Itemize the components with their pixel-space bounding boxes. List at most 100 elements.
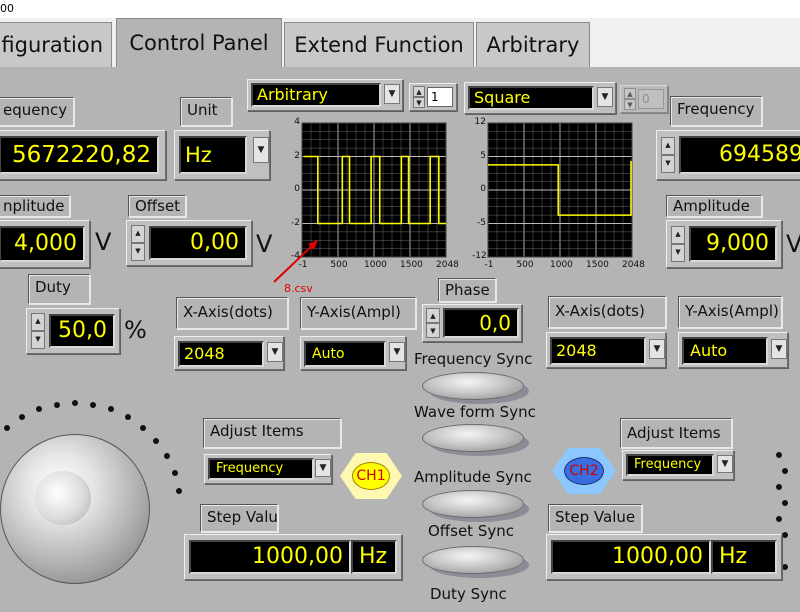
ch1-duty-value[interactable]: 50,0 [49, 314, 115, 348]
ch2-graph-x-tick: 1500 [586, 260, 609, 270]
ch1-waveform-index-control: ▲ ▼ 1 [409, 83, 457, 111]
ch1-graph-y-tick: 2 [294, 150, 300, 161]
chevron-down-icon[interactable]: ▼ [717, 455, 733, 473]
chevron-down-icon[interactable]: ▼ [267, 342, 283, 362]
ch2-waveform-index[interactable]: 0 [638, 89, 664, 109]
window-title: 00 [0, 2, 14, 15]
decrement-arrow-icon[interactable]: ▼ [624, 99, 636, 110]
waveform-sync-button[interactable] [422, 424, 524, 452]
ch2-graph-x-tick: -1 [484, 260, 494, 270]
dial-dot [140, 424, 147, 431]
ch1-graph-x-tick: 2048 [436, 260, 459, 270]
ch1-adjust-items-label: Adjust Items [203, 418, 341, 448]
decrement-arrow-icon[interactable]: ▼ [413, 97, 425, 108]
ch2-graph-x-tick: 500 [516, 260, 534, 270]
ch2-graph-y-tick: 12 [474, 117, 486, 127]
phase-value[interactable]: 0,0 [443, 308, 519, 338]
increment-arrow-icon[interactable]: ▲ [671, 226, 685, 244]
ch2-badge-label: CH2 [564, 457, 604, 485]
ch1-unit-select[interactable]: Hz ▼ [174, 130, 270, 180]
adjust-knob[interactable] [0, 434, 150, 584]
waveform-sync-label: Wave form Sync [414, 403, 536, 421]
tab-label: Arbitrary [486, 33, 580, 57]
ch1-graph-y-tick: 0 [294, 184, 300, 194]
ch1-step-value-control: 1000,00 Hz [184, 534, 402, 580]
dial-dot [782, 500, 788, 506]
dial-dot [782, 564, 788, 570]
phase-control: ▲ ▼ 0,0 [422, 304, 522, 342]
tab-strip: nfiguration Control Panel Extend Functio… [0, 18, 800, 68]
ch1-graph-x-tick: 1000 [364, 260, 387, 270]
ch2-xaxis-value: 2048 [550, 337, 646, 365]
increment-arrow-icon[interactable]: ▲ [131, 225, 145, 243]
amplitude-sync-label: Amplitude Sync [414, 468, 532, 486]
ch2-yaxis-label: Y-Axis(Ampl) [678, 296, 782, 328]
increment-arrow-icon[interactable]: ▲ [624, 88, 636, 99]
ch2-adjust-items-value: Frequency [626, 454, 714, 476]
dial-dot [53, 401, 60, 408]
ch2-step-unit: Hz [711, 540, 777, 574]
ch2-amplitude-value[interactable]: 9,000 [689, 226, 777, 262]
ch2-amplitude-control: ▲ ▼ 9,000 [666, 220, 782, 268]
ch1-amplitude-value[interactable]: 4,000 [0, 226, 85, 262]
ch2-waveform-select[interactable]: Square ▼ [464, 82, 616, 114]
ch2-yaxis-select[interactable]: Auto ▼ [678, 332, 788, 368]
ch2-adjust-items-label: Adjust Items [620, 418, 732, 448]
decrement-arrow-icon[interactable]: ▼ [661, 155, 675, 173]
ch2-xaxis-label: X-Axis(dots) [548, 296, 666, 328]
frequency-sync-button[interactable] [422, 372, 524, 400]
ch2-graph-y-tick: 5 [480, 150, 486, 161]
ch1-unit-value: Hz [179, 136, 247, 174]
ch1-waveform-index[interactable]: 1 [427, 87, 453, 107]
increment-arrow-icon[interactable]: ▲ [661, 137, 675, 155]
ch1-waveform-select[interactable]: Arbitrary ▼ [247, 79, 403, 111]
tab-extend-function[interactable]: Extend Function [284, 22, 474, 68]
chevron-down-icon[interactable]: ▼ [315, 459, 331, 477]
tab-arbitrary[interactable]: Arbitrary [476, 22, 590, 68]
ch1-frequency-value[interactable]: 5672220,82 [0, 136, 159, 174]
tab-label: Extend Function [294, 33, 464, 57]
offset-sync-button[interactable] [422, 546, 524, 574]
ch1-yaxis-select[interactable]: Auto ▼ [300, 336, 406, 370]
ch2-adjust-items-select[interactable]: Frequency ▼ [622, 450, 734, 480]
ch1-graph-y-tick: -2 [291, 217, 300, 228]
dial-dot [163, 453, 170, 459]
dial-dot [72, 400, 78, 406]
tab-configuration[interactable]: nfiguration [0, 22, 112, 68]
chevron-down-icon[interactable]: ▼ [771, 339, 787, 359]
ch1-offset-value[interactable]: 0,00 [149, 226, 247, 260]
chevron-down-icon[interactable]: ▼ [253, 137, 269, 163]
ch2-step-value-control: 1000,00 Hz [546, 534, 782, 580]
ch2-graph-y-tick: 0 [480, 184, 486, 194]
chevron-down-icon[interactable]: ▼ [597, 87, 613, 107]
increment-arrow-icon[interactable]: ▲ [413, 86, 425, 97]
decrement-arrow-icon[interactable]: ▼ [426, 323, 440, 338]
decrement-arrow-icon[interactable]: ▼ [31, 331, 45, 349]
ch2-waveform-value: Square [468, 86, 594, 110]
decrement-arrow-icon[interactable]: ▼ [131, 243, 145, 261]
ch2-xaxis-select[interactable]: 2048 ▼ [546, 332, 666, 368]
increment-arrow-icon[interactable]: ▲ [31, 313, 45, 331]
ch2-waveform-graph [470, 117, 650, 277]
chevron-down-icon[interactable]: ▼ [384, 84, 400, 104]
chevron-down-icon[interactable]: ▼ [389, 342, 405, 362]
ch1-adjust-items-select[interactable]: Frequency ▼ [204, 454, 332, 484]
window-title-bar: 00 [0, 0, 800, 18]
amplitude-sync-button[interactable] [422, 490, 524, 518]
ch2-graph-x-tick: 1000 [550, 260, 573, 270]
ch1-xaxis-select[interactable]: 2048 ▼ [174, 336, 284, 370]
frequency-sync-label: Frequency Sync [414, 350, 533, 368]
ch1-step-value-label: Step Value [200, 504, 278, 532]
ch2-step-value[interactable]: 1000,00 [551, 540, 711, 574]
dial-dot [776, 452, 782, 458]
dial-dot [776, 484, 782, 490]
decrement-arrow-icon[interactable]: ▼ [671, 244, 685, 262]
chevron-down-icon[interactable]: ▼ [649, 339, 665, 359]
ch1-step-value[interactable]: 1000,00 [189, 540, 351, 574]
increment-arrow-icon[interactable]: ▲ [426, 308, 440, 323]
dial-dot [176, 487, 183, 494]
ch1-amplitude-unit: V [95, 228, 112, 256]
tab-control-panel[interactable]: Control Panel [116, 18, 282, 68]
ch2-frequency-value[interactable]: 6945898 [679, 136, 800, 174]
tab-label: Control Panel [129, 31, 269, 55]
